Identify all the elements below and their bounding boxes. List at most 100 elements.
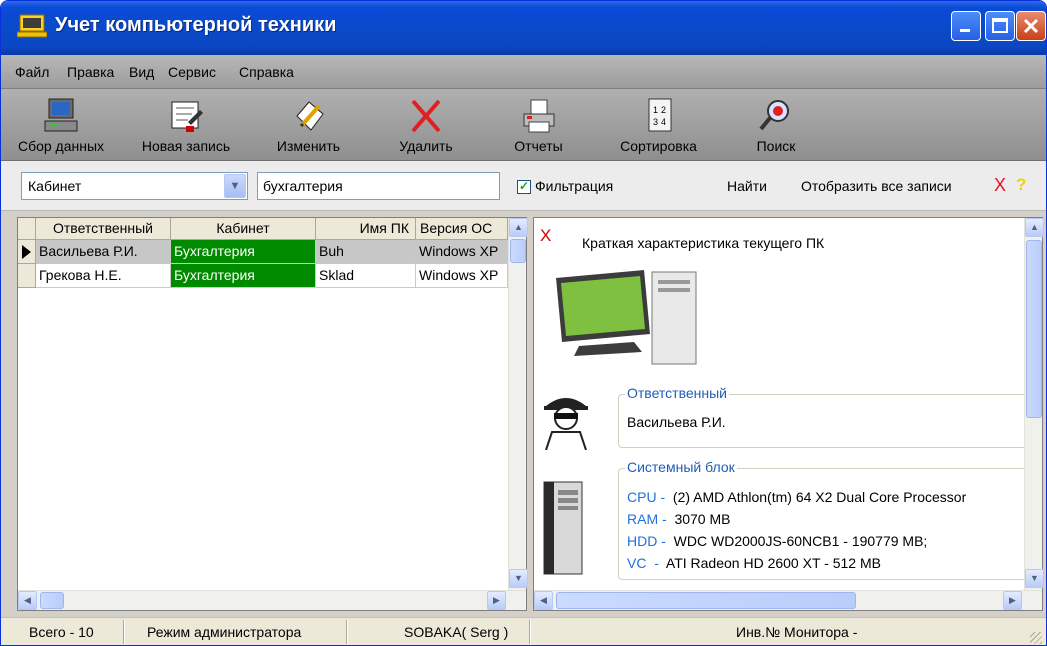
row-indicator[interactable] — [18, 264, 36, 288]
table-cell[interactable]: Грекова Н.Е. — [36, 264, 171, 288]
scroll-up-icon[interactable]: ▲ — [509, 218, 528, 237]
reports-button[interactable]: Отчеты — [501, 89, 576, 161]
filter-value-input[interactable] — [258, 173, 499, 199]
chevron-down-icon[interactable]: ▼ — [224, 174, 246, 198]
spec-row-cpu: CPU - (2) AMD Athlon(tm) 64 X2 Dual Core… — [627, 489, 966, 505]
clear-filter-icon[interactable]: X — [994, 175, 1006, 196]
help-icon[interactable]: ? — [1016, 175, 1026, 195]
spec-key: VC - — [627, 555, 659, 571]
svg-text:2: 2 — [661, 105, 666, 115]
svg-text:1: 1 — [653, 105, 658, 115]
status-divider — [346, 620, 348, 644]
minimize-button[interactable] — [951, 11, 981, 41]
edit-button[interactable]: Изменить — [261, 89, 356, 161]
details-horizontal-scrollbar[interactable]: ◀ ▶ — [534, 590, 1042, 610]
search-button[interactable]: Поиск — [741, 89, 811, 161]
delete-button[interactable]: Удалить — [381, 89, 471, 161]
toolbar: Сбор данных Новая запись Изменить Удалит… — [1, 89, 1046, 161]
spec-value: ATI Radeon HD 2600 XT - 512 MB — [665, 555, 881, 571]
table-cell[interactable]: Buh — [316, 240, 416, 264]
scroll-thumb[interactable] — [1026, 240, 1042, 418]
status-bar: Всего - 10 Режим администратора SOBAKA( … — [1, 617, 1046, 645]
details-title: Краткая характеристика текущего ПК — [582, 235, 825, 251]
responsible-group-title: Ответственный — [625, 385, 729, 401]
scroll-left-icon[interactable]: ◀ — [534, 591, 553, 610]
system-unit-group: Системный блок CPU - (2) AMD Athlon(tm) … — [618, 459, 1038, 580]
grid-corner — [18, 218, 36, 240]
table-cell[interactable]: Васильева Р.И. — [36, 240, 171, 264]
printer-icon — [523, 99, 554, 133]
close-button[interactable] — [1016, 11, 1046, 41]
details-vertical-scrollbar[interactable]: ▲ ▼ — [1024, 218, 1044, 590]
pc-picture-icon — [556, 270, 697, 365]
menu-help[interactable]: Справка — [239, 64, 294, 80]
filter-checkbox-label[interactable]: Фильтрация — [535, 178, 613, 194]
scroll-left-icon[interactable]: ◀ — [18, 591, 37, 610]
menu-file[interactable]: Файл — [15, 64, 49, 80]
scroll-up-icon[interactable]: ▲ — [1025, 218, 1044, 237]
spec-value: WDC WD2000JS-60NCB1 - 190779 MB; — [673, 533, 928, 549]
details-panel: X Краткая характеристика текущего ПК Отв… — [533, 217, 1044, 611]
menu-bar: Файл Правка Вид Сервис Справка — [1, 55, 1046, 89]
table-cell[interactable]: Бухгалтерия — [171, 240, 316, 264]
filter-field-value: Кабинет — [28, 178, 82, 194]
edit-pencil-icon — [295, 101, 324, 131]
status-host: SOBAKA( Serg ) — [404, 624, 509, 640]
collect-data-button[interactable]: Сбор данных — [1, 89, 121, 161]
scroll-right-icon[interactable]: ▶ — [1003, 591, 1022, 610]
row-indicator[interactable] — [18, 240, 36, 264]
menu-service[interactable]: Сервис — [168, 64, 216, 80]
scroll-down-icon[interactable]: ▼ — [1025, 569, 1044, 588]
sort-button[interactable]: 1 2 3 4 Сортировка — [601, 89, 716, 161]
new-document-icon — [171, 101, 203, 132]
window-title: Учет компьютерной техники — [55, 14, 337, 36]
scroll-thumb[interactable] — [556, 592, 856, 609]
filter-field-select[interactable]: Кабинет ▼ — [21, 172, 248, 200]
menu-view[interactable]: Вид — [129, 64, 154, 80]
table-cell[interactable]: Sklad — [316, 264, 416, 288]
table-cell[interactable]: Windows XP — [416, 264, 508, 288]
find-button[interactable]: Найти — [727, 178, 767, 194]
status-divider — [123, 620, 125, 644]
minimize-icon — [960, 29, 970, 32]
scroll-thumb[interactable] — [510, 239, 526, 263]
close-icon — [1023, 18, 1039, 34]
records-grid: Ответственный Кабинет Имя ПК Версия ОС В… — [18, 218, 508, 582]
status-mode: Режим администратора — [147, 624, 302, 640]
grid-vertical-scrollbar[interactable]: ▲ ▼ — [508, 218, 528, 590]
maximize-button[interactable] — [985, 11, 1015, 41]
system-unit-icon — [543, 481, 583, 575]
spec-key: RAM - — [627, 511, 667, 527]
status-divider — [529, 620, 531, 644]
column-header-os-version[interactable]: Версия ОС — [416, 218, 508, 240]
scroll-right-icon[interactable]: ▶ — [487, 591, 506, 610]
new-record-button[interactable]: Новая запись — [131, 89, 241, 161]
spec-row-vc: VC - ATI Radeon HD 2600 XT - 512 MB — [627, 555, 881, 571]
scroll-down-icon[interactable]: ▼ — [509, 569, 528, 588]
title-bar[interactable]: Учет компьютерной техники — [1, 1, 1046, 55]
column-header-office[interactable]: Кабинет — [171, 218, 316, 240]
spec-row-hdd: HDD - WDC WD2000JS-60NCB1 - 190779 MB; — [627, 533, 927, 549]
table-cell[interactable]: Windows XP — [416, 240, 508, 264]
column-header-responsible[interactable]: Ответственный — [36, 218, 171, 240]
status-total: Всего - 10 — [29, 624, 94, 640]
scroll-thumb[interactable] — [40, 592, 64, 609]
table-cell[interactable]: Бухгалтерия — [171, 264, 316, 288]
menu-edit[interactable]: Правка — [67, 64, 114, 80]
grid-horizontal-scrollbar[interactable]: ◀ ▶ — [18, 590, 526, 610]
spec-key: CPU - — [627, 489, 666, 505]
filter-value-field[interactable] — [257, 172, 500, 200]
resize-grip-icon[interactable] — [1030, 632, 1042, 644]
system-unit-group-title: Системный блок — [625, 459, 737, 475]
maximize-icon — [992, 18, 1008, 33]
close-details-icon[interactable]: X — [540, 226, 551, 246]
show-all-records-button[interactable]: Отобразить все записи — [801, 178, 952, 194]
spy-user-icon — [544, 398, 588, 450]
svg-text:4: 4 — [661, 117, 666, 127]
filter-checkbox[interactable]: ✓ — [517, 180, 531, 194]
delete-x-icon — [411, 99, 441, 133]
svg-text:3: 3 — [653, 117, 658, 127]
app-window: Учет компьютерной техники Файл Правка Ви… — [0, 0, 1047, 646]
column-header-pc-name[interactable]: Имя ПК — [316, 218, 416, 240]
spec-value: (2) AMD Athlon(tm) 64 X2 Dual Core Proce… — [672, 489, 967, 505]
